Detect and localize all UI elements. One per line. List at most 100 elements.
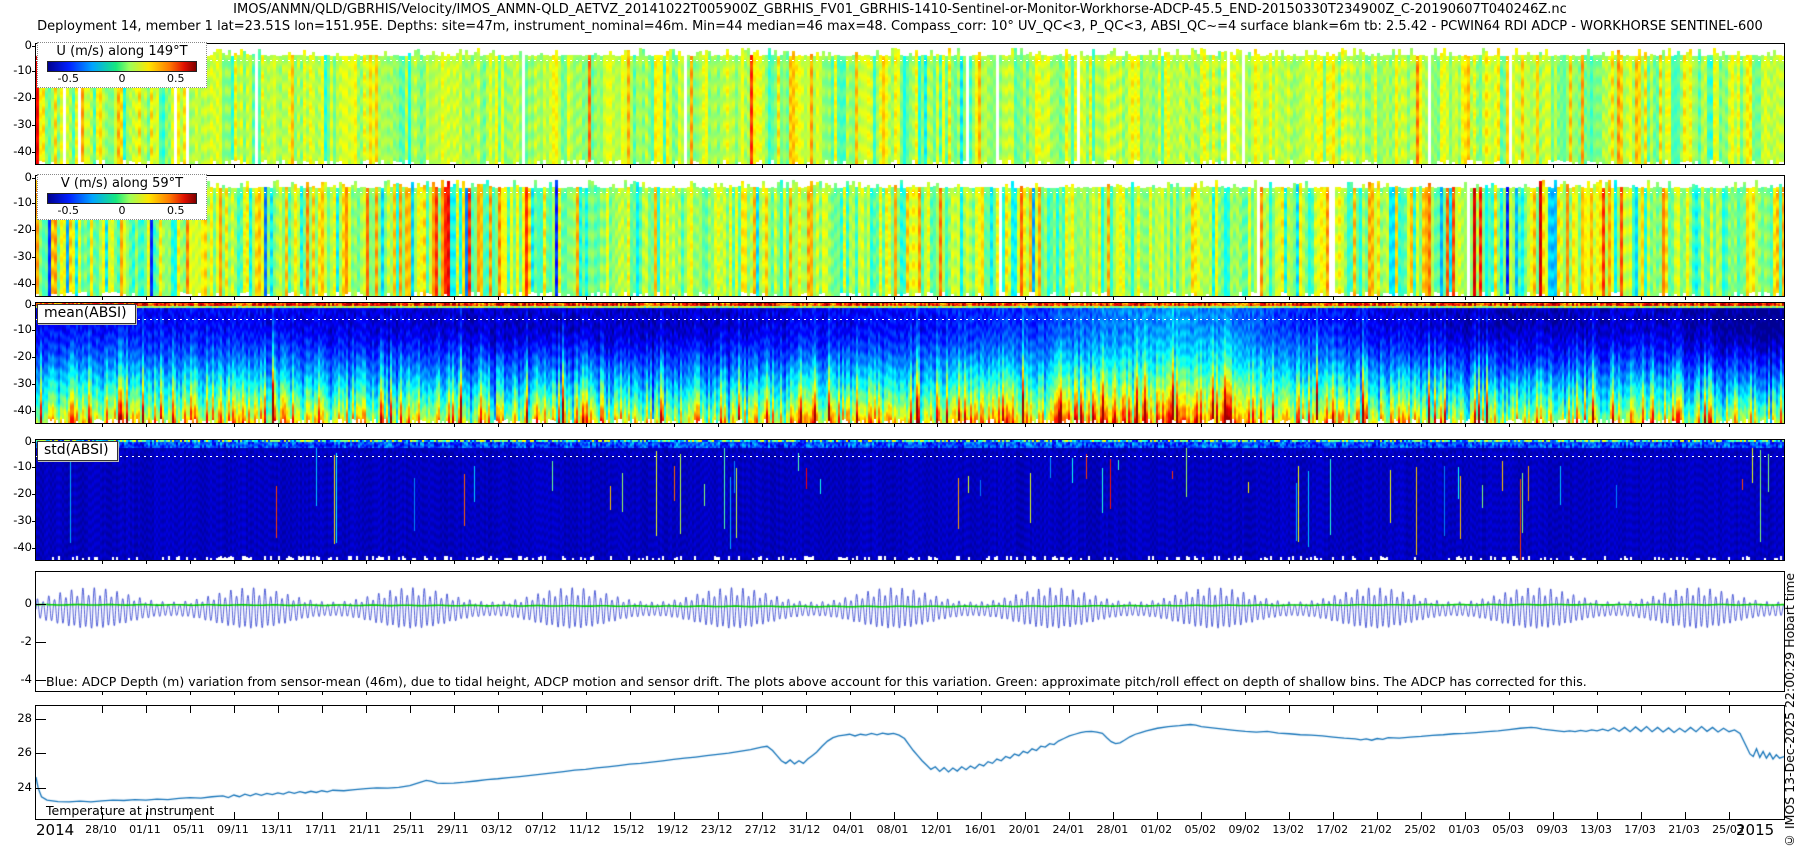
x-axis-tick-mark xyxy=(1377,165,1379,168)
x-axis-tick-mark xyxy=(585,812,587,819)
x-axis-tick-mark xyxy=(1729,706,1731,713)
depth-axis-tick-label: -30 xyxy=(13,117,32,131)
x-axis-tick-mark xyxy=(717,561,719,564)
x-axis-tick-mark xyxy=(1201,692,1203,695)
x-axis-tick-mark xyxy=(629,297,631,300)
x-axis-tick-mark xyxy=(673,165,675,168)
x-axis-tick-mark xyxy=(145,706,147,713)
surface-blank-dotted-line xyxy=(36,60,1784,61)
x-axis-tick-mark xyxy=(1421,297,1423,300)
x-axis-tick-mark xyxy=(805,561,807,564)
x-axis-tick-mark xyxy=(1729,812,1731,819)
temperature-tick-label: 28 xyxy=(17,711,32,725)
x-axis-date-label: 05/02 xyxy=(1184,823,1217,836)
x-axis-tick-mark xyxy=(1157,692,1159,695)
x-axis-tick-mark xyxy=(1157,706,1159,713)
x-axis-date-label: 09/03 xyxy=(1536,823,1568,836)
depth-axis-tick-label: -40 xyxy=(13,144,32,158)
x-axis-tick-mark xyxy=(805,706,807,713)
x-axis-tick-mark xyxy=(585,706,587,713)
y-axis-tick-mark xyxy=(36,680,46,681)
x-axis-tick-mark xyxy=(1113,297,1115,300)
x-axis-tick-mark xyxy=(1245,297,1247,300)
x-axis-tick-mark xyxy=(541,692,543,695)
x-axis-tick-mark xyxy=(1553,297,1555,300)
y-axis-tick-mark xyxy=(36,642,46,643)
x-axis-tick-mark xyxy=(1465,706,1467,713)
x-axis-tick-mark xyxy=(541,706,543,713)
x-axis-date-label: 05/11 xyxy=(173,823,205,836)
x-axis-tick-mark xyxy=(1113,706,1115,713)
x-axis-tick-mark xyxy=(761,165,763,168)
x-axis-tick-mark xyxy=(1245,165,1247,168)
x-axis-tick-mark xyxy=(1069,812,1071,819)
x-axis-tick-mark xyxy=(145,424,147,427)
x-axis-tick-mark xyxy=(1465,424,1467,427)
x-axis-tick-mark xyxy=(101,165,103,168)
x-axis-tick-mark xyxy=(189,424,191,427)
x-axis-tick-mark xyxy=(1729,692,1731,695)
x-axis-date-label: 12/01 xyxy=(920,823,953,836)
x-axis-tick-mark xyxy=(849,561,851,564)
x-axis-tick-mark xyxy=(1113,561,1115,564)
x-axis-tick-mark xyxy=(365,561,367,564)
x-axis-tick-mark xyxy=(1509,812,1511,819)
x-axis-tick-mark xyxy=(453,706,455,713)
x-axis-tick-mark xyxy=(189,297,191,300)
x-axis-tick-mark xyxy=(277,561,279,564)
x-axis-tick-mark xyxy=(1509,424,1511,427)
x-axis-tick-mark xyxy=(189,165,191,168)
x-axis-tick-mark xyxy=(893,561,895,564)
temperature-tick-label: 26 xyxy=(17,745,32,759)
x-axis-tick-mark xyxy=(541,165,543,168)
x-axis-tick-mark xyxy=(409,297,411,300)
x-axis-tick-mark xyxy=(1201,812,1203,819)
x-axis-tick-mark xyxy=(629,812,631,819)
x-axis-tick-mark xyxy=(1729,165,1731,168)
x-axis-tick-mark xyxy=(1069,692,1071,695)
x-axis-tick-mark xyxy=(1553,561,1555,564)
x-axis-tick-mark xyxy=(1729,561,1731,564)
y-axis-tick-mark xyxy=(36,604,46,605)
depth-axis-tick-mark xyxy=(32,284,36,285)
depth-axis-tick-mark xyxy=(32,411,36,412)
x-axis-tick-mark xyxy=(1289,692,1291,695)
x-axis-tick-mark xyxy=(673,561,675,564)
y-axis-tick-mark xyxy=(36,753,46,754)
x-axis-tick-mark xyxy=(497,706,499,713)
x-axis-tick-mark xyxy=(1377,812,1379,819)
x-axis-date-label: 16/01 xyxy=(964,823,997,836)
x-axis-tick-mark xyxy=(409,424,411,427)
x-axis-tick-mark xyxy=(1509,692,1511,695)
x-axis-tick-mark xyxy=(1025,424,1027,427)
x-axis-date-label: 13/03 xyxy=(1580,823,1612,836)
depth-axis-tick-mark xyxy=(32,257,36,258)
x-axis-tick-mark xyxy=(585,424,587,427)
x-axis-tick-mark xyxy=(321,297,323,300)
x-axis-tick-mark xyxy=(717,165,719,168)
x-axis-tick-mark xyxy=(1245,706,1247,713)
depth-axis-tick-label: -10 xyxy=(13,322,32,336)
x-axis-tick-mark xyxy=(937,297,939,300)
depth-axis-tick-mark xyxy=(32,442,36,443)
x-axis-tick-mark xyxy=(1245,424,1247,427)
x-axis-tick-mark xyxy=(541,812,543,819)
x-axis-tick-mark xyxy=(717,424,719,427)
depth-axis-tick-mark xyxy=(32,152,36,153)
x-axis-date-label: 21/03 xyxy=(1668,823,1700,836)
x-axis-tick-mark xyxy=(277,706,279,713)
depth-axis-tick-label: -30 xyxy=(13,513,32,527)
x-axis-tick-mark xyxy=(849,812,851,819)
x-axis-date-label: 15/12 xyxy=(612,823,645,836)
x-axis-tick-mark xyxy=(1685,424,1687,427)
x-axis-tick-mark xyxy=(365,692,367,695)
x-axis-tick-mark xyxy=(1641,424,1643,427)
x-axis-tick-mark xyxy=(189,706,191,713)
x-axis-tick-mark xyxy=(937,165,939,168)
x-axis-tick-mark xyxy=(1685,692,1687,695)
depth-axis-tick-label: -20 xyxy=(13,222,32,236)
x-axis-tick-mark xyxy=(1509,561,1511,564)
x-axis-tick-mark xyxy=(233,297,235,300)
v-velocity-heatmap-canvas xyxy=(36,176,1784,296)
x-axis-date-label: 01/03 xyxy=(1448,823,1481,836)
